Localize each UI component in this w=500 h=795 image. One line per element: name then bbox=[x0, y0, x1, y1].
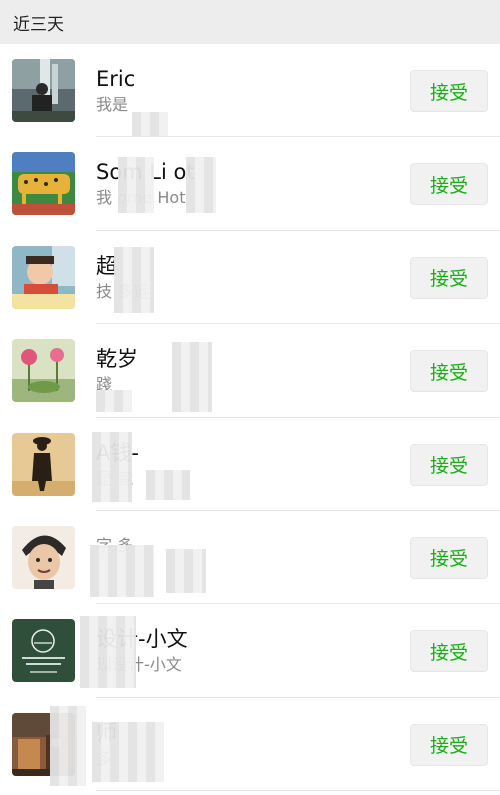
avatar[interactable] bbox=[12, 525, 75, 589]
friend-request-item[interactable]: Som Li ot 我 ome Hot 接受 bbox=[0, 137, 500, 232]
privacy-mosaic bbox=[172, 342, 212, 413]
avatar[interactable] bbox=[12, 619, 75, 683]
accept-button[interactable]: 接受 bbox=[410, 350, 488, 393]
privacy-mosaic bbox=[92, 431, 132, 502]
accept-button[interactable]: 接受 bbox=[410, 163, 488, 206]
avatar[interactable] bbox=[12, 245, 75, 309]
privacy-mosaic bbox=[50, 705, 86, 786]
accept-button[interactable]: 接受 bbox=[410, 70, 488, 112]
avatar-image bbox=[12, 619, 75, 683]
section-title: 近三天 bbox=[13, 14, 64, 35]
friend-request-item[interactable]: Eric 我是 接受 bbox=[0, 44, 500, 152]
privacy-mosaic bbox=[96, 390, 132, 413]
requester-name: 乾岁 bbox=[96, 347, 138, 372]
accept-button[interactable]: 接受 bbox=[410, 536, 488, 579]
privacy-mosaic bbox=[166, 548, 206, 593]
privacy-mosaic bbox=[146, 469, 190, 500]
request-message: 踐 bbox=[96, 375, 113, 395]
privacy-mosaic bbox=[92, 721, 164, 782]
requester-name: A钱- bbox=[96, 440, 396, 466]
request-message: 现设计-小文 bbox=[96, 655, 182, 675]
friend-request-item[interactable]: 师 多 接受 bbox=[0, 697, 500, 792]
accept-button[interactable]: 接受 bbox=[410, 443, 488, 486]
avatar-image bbox=[12, 339, 75, 403]
avatar-image bbox=[12, 152, 75, 216]
privacy-mosaic bbox=[118, 157, 154, 214]
avatar[interactable] bbox=[12, 432, 75, 496]
privacy-mosaic bbox=[90, 544, 154, 597]
request-message: 是 竟 bbox=[96, 469, 396, 489]
section-header-recent: 近三天 bbox=[0, 0, 500, 44]
avatar-image bbox=[12, 432, 75, 496]
avatar-image bbox=[12, 59, 75, 122]
avatar-image bbox=[12, 245, 75, 309]
accept-button[interactable]: 接受 bbox=[410, 256, 488, 299]
avatar[interactable] bbox=[12, 339, 75, 403]
privacy-mosaic bbox=[80, 616, 136, 689]
avatar[interactable] bbox=[12, 59, 75, 122]
friend-request-item[interactable]: 超 技 多运 接受 bbox=[0, 230, 500, 325]
friend-request-list: Eric 我是 接受 Som Li ot 我 ome Hot bbox=[0, 44, 500, 792]
requester-name: Eric bbox=[96, 67, 136, 91]
accept-button[interactable]: 接受 bbox=[410, 630, 488, 673]
accept-button[interactable]: 接受 bbox=[410, 723, 488, 766]
friend-request-item[interactable]: 设计-小文 现设计-小文 接受 bbox=[0, 604, 500, 699]
avatar-image bbox=[12, 525, 75, 589]
requester-name: 设计-小文 bbox=[96, 627, 188, 652]
friend-request-item[interactable]: 字 多 接受 bbox=[0, 510, 500, 605]
friend-request-item[interactable]: 乾岁 踐 接受 bbox=[0, 324, 500, 418]
privacy-mosaic bbox=[186, 157, 216, 214]
privacy-mosaic bbox=[114, 246, 154, 313]
friend-request-item[interactable]: A钱- 是 竟 接受 bbox=[0, 417, 500, 512]
avatar[interactable] bbox=[12, 152, 75, 216]
